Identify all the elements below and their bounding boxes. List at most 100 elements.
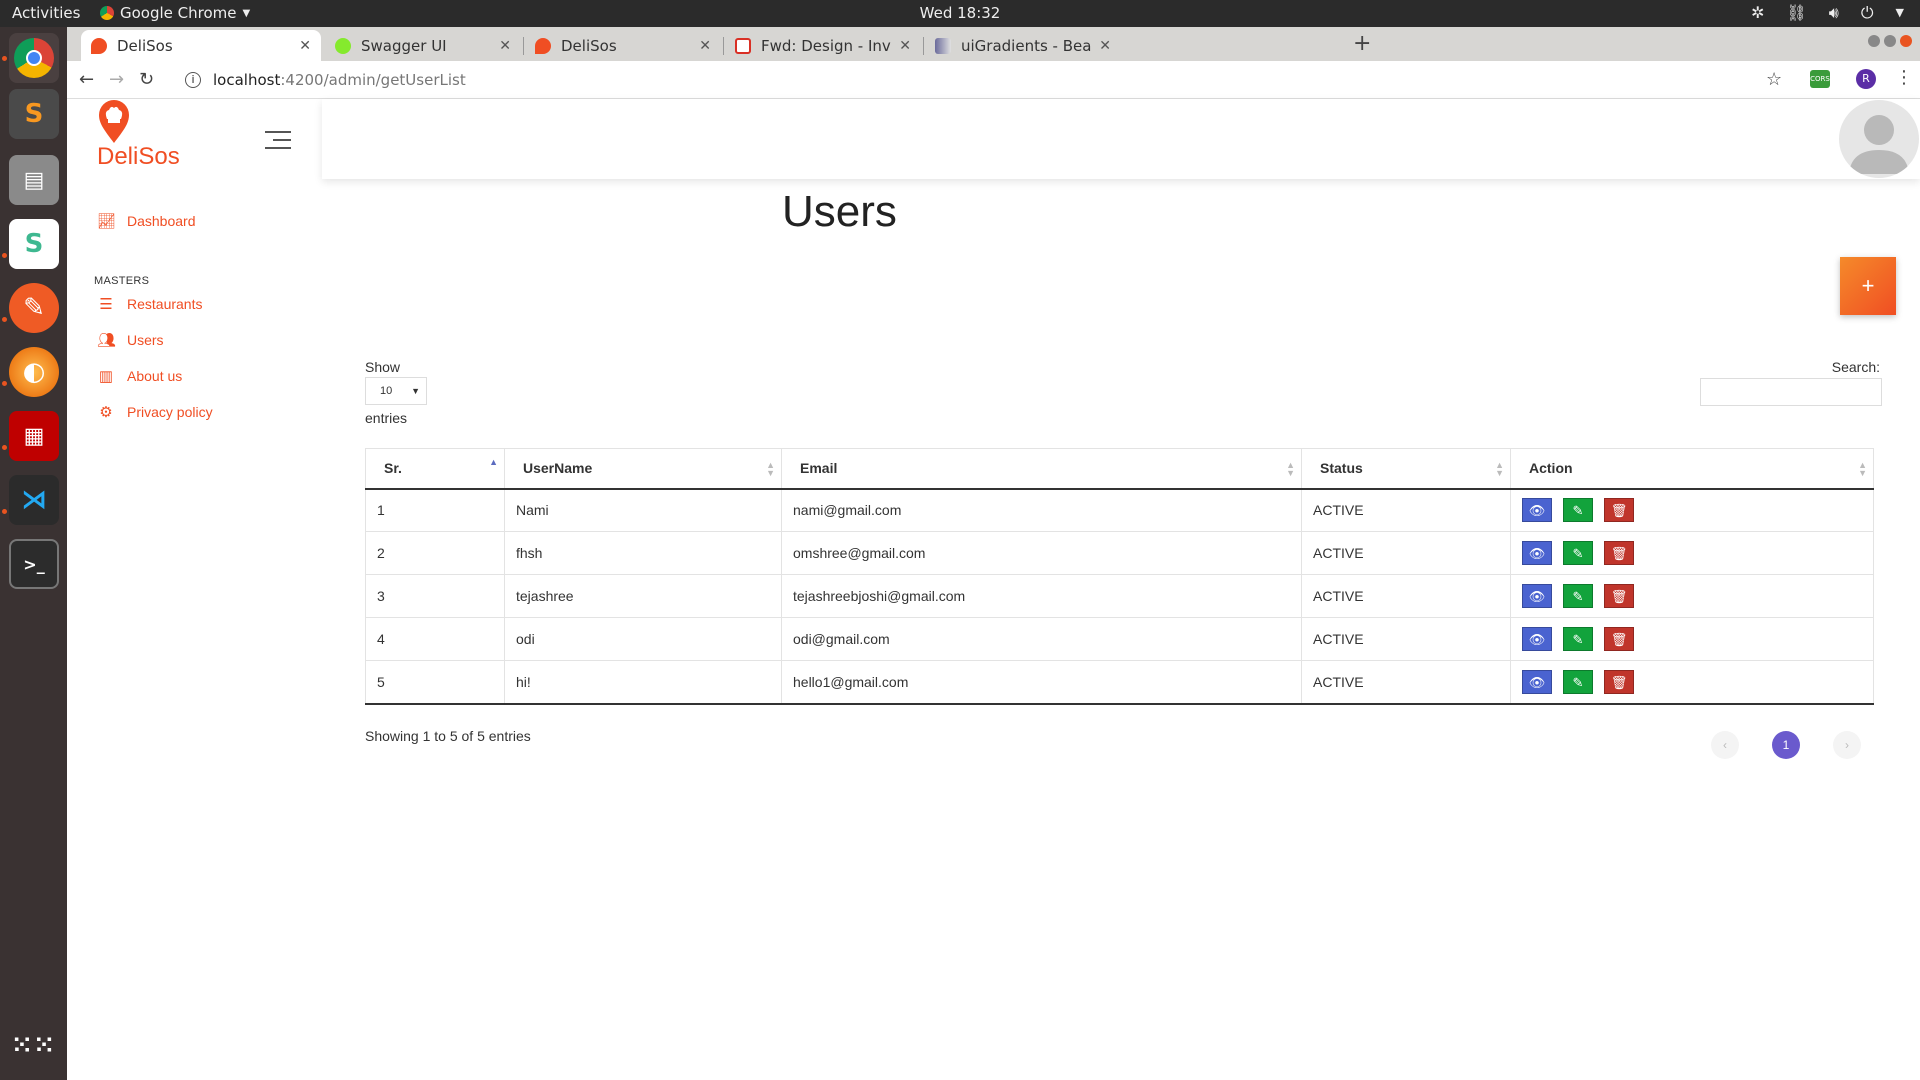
close-icon[interactable]: ✕: [699, 38, 711, 54]
edit-button[interactable]: ✎: [1563, 669, 1593, 694]
cell-status: ACTIVE: [1301, 574, 1511, 618]
tab-strip: DeliSos ✕ Swagger UI ✕ DeliSos ✕ Fwd: De…: [67, 27, 1920, 61]
pagination-next-button[interactable]: ›: [1833, 731, 1861, 759]
edit-button[interactable]: ✎: [1563, 541, 1593, 565]
cell-email: tejashreebjoshi@gmail.com: [781, 574, 1302, 618]
volume-icon[interactable]: 🔊︎: [1829, 3, 1839, 23]
cell-actions: 👁︎ ✎ 🗑︎: [1510, 531, 1874, 575]
pagination-page-1[interactable]: 1: [1772, 731, 1800, 759]
reload-icon[interactable]: ↻: [139, 69, 154, 90]
cell-status: ACTIVE: [1301, 488, 1511, 532]
delete-button[interactable]: 🗑︎: [1604, 498, 1634, 523]
chrome-dock-icon[interactable]: [9, 33, 59, 83]
close-icon[interactable]: ✕: [1099, 38, 1111, 54]
column-header-sr[interactable]: Sr. ▲: [365, 448, 505, 490]
entries-length-select[interactable]: 10 ▼: [365, 377, 427, 405]
show-label: Show: [365, 359, 401, 375]
tab-delisos[interactable]: DeliSos ✕: [525, 30, 721, 61]
info-icon[interactable]: i: [185, 72, 201, 88]
bookmark-star-icon[interactable]: ☆: [1766, 69, 1782, 90]
show-applications-icon[interactable]: ⁙⁙: [9, 1020, 59, 1070]
address-bar[interactable]: i localhost:4200/admin/getUserList: [185, 65, 1765, 95]
sidebar-item-about[interactable]: ▥ About us: [97, 367, 182, 385]
delete-button[interactable]: 🗑︎: [1604, 669, 1634, 694]
chevron-down-icon[interactable]: ▼: [1896, 3, 1904, 23]
terminal-icon[interactable]: >_: [9, 539, 59, 589]
minimize-button[interactable]: [1868, 35, 1880, 47]
column-header-email[interactable]: Email ▲ ▼: [781, 448, 1302, 490]
cell-email: nami@gmail.com: [781, 488, 1302, 532]
cors-extension-icon[interactable]: CORS: [1810, 70, 1830, 88]
profile-avatar[interactable]: R: [1856, 69, 1876, 89]
filezilla-icon[interactable]: ▦: [9, 411, 59, 461]
delete-button[interactable]: 🗑︎: [1604, 627, 1634, 651]
users-icon: 👥︎: [97, 332, 117, 349]
column-header-action[interactable]: Action ▲ ▼: [1510, 448, 1874, 490]
postman-icon[interactable]: ✎: [9, 283, 59, 333]
column-header-status[interactable]: Status ▲ ▼: [1301, 448, 1511, 490]
sidebar-item-users[interactable]: 👥︎ Users: [97, 331, 164, 349]
tab-title: uiGradients - Beautiful co: [961, 36, 1092, 55]
sort-icon: ▲ ▼: [1858, 460, 1867, 478]
trash-icon: 🗑︎: [1610, 632, 1628, 647]
entries-length-value: 10: [380, 385, 393, 397]
files-icon[interactable]: ▤: [9, 155, 59, 205]
cell-status: ACTIVE: [1301, 660, 1511, 705]
cell-sr: 3: [365, 574, 505, 618]
sidebar-item-label: Restaurants: [127, 296, 203, 312]
column-header-username[interactable]: UserName ▲ ▼: [504, 448, 782, 490]
tab-uigradients[interactable]: uiGradients - Beautiful co ✕: [925, 30, 1121, 61]
firefox-icon[interactable]: ◐: [9, 347, 59, 397]
add-user-button[interactable]: +: [1840, 257, 1896, 315]
table-row: 2 fhsh omshree@gmail.com ACTIVE 👁︎ ✎ 🗑︎: [365, 531, 1874, 575]
view-button[interactable]: 👁︎: [1522, 627, 1552, 651]
pagination-prev-button[interactable]: ‹: [1711, 731, 1739, 759]
tab-swagger[interactable]: Swagger UI ✕: [325, 30, 521, 61]
app-root: DeliSos 📈︎ Dashboard MASTERS ☰ Restauran…: [67, 99, 1920, 1080]
browser-toolbar: ← → ↻ i localhost:4200/admin/getUserList…: [67, 61, 1920, 99]
delete-button[interactable]: 🗑︎: [1604, 541, 1634, 565]
more-menu-icon[interactable]: ⋮: [1895, 67, 1913, 88]
cell-actions: 👁︎ ✎ 🗑︎: [1510, 660, 1874, 705]
view-button[interactable]: 👁︎: [1522, 584, 1552, 608]
close-icon[interactable]: ✕: [899, 38, 911, 54]
tab-delisos-active[interactable]: DeliSos ✕: [81, 30, 321, 61]
vscode-icon[interactable]: ⋊: [9, 475, 59, 525]
edit-button[interactable]: ✎: [1563, 584, 1593, 608]
eye-icon: 👁︎: [1528, 632, 1546, 647]
sublime-text-icon[interactable]: S: [9, 89, 59, 139]
close-icon[interactable]: ✕: [499, 38, 511, 54]
view-button[interactable]: 👁︎: [1522, 498, 1552, 523]
sidebar-item-privacy[interactable]: ⚙ Privacy policy: [97, 403, 212, 421]
system-tray[interactable]: ✲ ⛓ 🔊︎ ⏻ ▼: [1751, 3, 1904, 23]
forward-icon[interactable]: →: [109, 69, 124, 90]
building-icon: ▥: [98, 368, 114, 385]
cell-actions: 👁︎ ✎ 🗑︎: [1510, 488, 1874, 532]
brand-logo-text[interactable]: DeliSos: [97, 143, 180, 171]
user-avatar[interactable]: [1839, 100, 1919, 178]
edit-button[interactable]: ✎: [1563, 627, 1593, 651]
edit-button[interactable]: ✎: [1563, 498, 1593, 523]
table-row: 4 odi odi@gmail.com ACTIVE 👁︎ ✎ 🗑︎: [365, 617, 1874, 661]
slack-icon[interactable]: S: [9, 219, 59, 269]
settings-icon[interactable]: ✲: [1751, 3, 1764, 23]
close-icon[interactable]: ✕: [299, 38, 311, 54]
cell-sr: 5: [365, 660, 505, 705]
clock[interactable]: Wed 18:32: [0, 4, 1920, 22]
window-close-button[interactable]: [1900, 35, 1912, 47]
tab-gmail[interactable]: Fwd: Design - Invitation to ✕: [725, 30, 921, 61]
view-button[interactable]: 👁︎: [1522, 541, 1552, 565]
sidebar-item-restaurants[interactable]: ☰ Restaurants: [97, 295, 202, 313]
view-button[interactable]: 👁︎: [1522, 669, 1552, 694]
search-input[interactable]: [1700, 378, 1882, 406]
hamburger-menu-icon[interactable]: [265, 131, 291, 155]
back-icon[interactable]: ←: [79, 69, 94, 90]
power-icon[interactable]: ⏻: [1861, 3, 1874, 23]
gmail-favicon-icon: [735, 37, 751, 54]
edit-icon: ✎: [1572, 546, 1584, 561]
network-icon[interactable]: ⛓: [1786, 3, 1806, 23]
maximize-button[interactable]: [1884, 35, 1896, 47]
sidebar-item-dashboard[interactable]: 📈︎ Dashboard: [97, 212, 196, 230]
delete-button[interactable]: 🗑︎: [1604, 584, 1634, 608]
new-tab-button[interactable]: +: [1353, 31, 1371, 56]
